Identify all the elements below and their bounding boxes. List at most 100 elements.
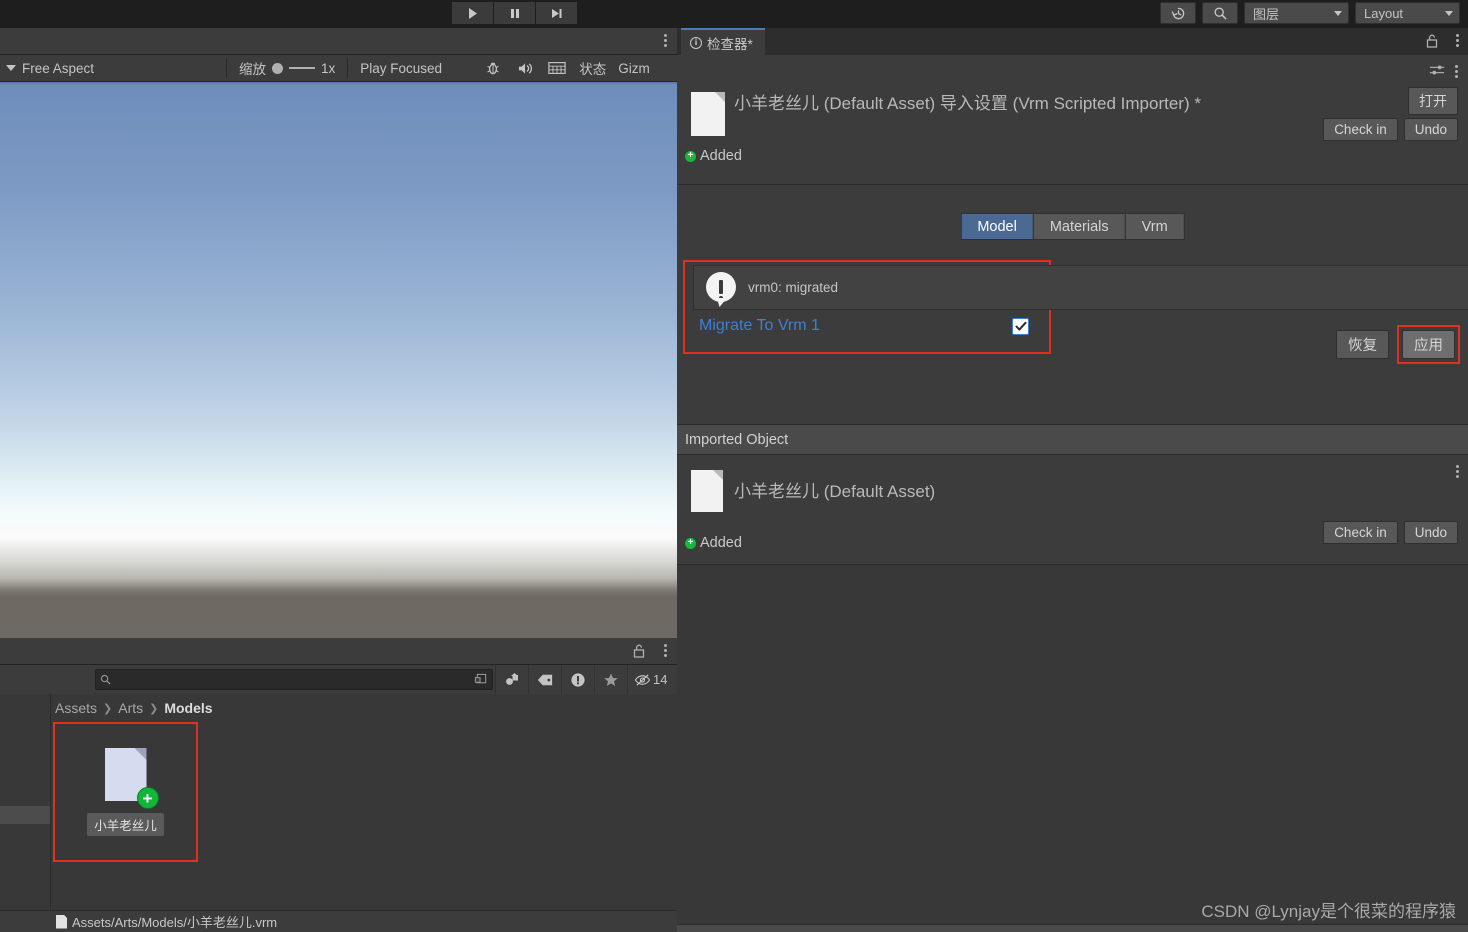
- project-menu-icon[interactable]: [664, 644, 667, 659]
- asset-grid: + 小羊老丝儿: [53, 722, 198, 862]
- zoom-slider-knob[interactable]: [272, 63, 283, 74]
- tab-model[interactable]: Model: [960, 213, 1033, 240]
- tab-inspector[interactable]: i 检查器*: [681, 28, 765, 55]
- added-plus-icon: +: [685, 538, 696, 549]
- inspector-empty-area: CSDN @Lynjay是个很菜的程序猿 资源标签: [677, 565, 1468, 932]
- preset-icon[interactable]: [1429, 63, 1445, 82]
- zoom-label: 缩放: [239, 58, 266, 78]
- project-status-bar: Assets/Arts/Models/小羊老丝儿.vrm: [0, 910, 677, 932]
- gizmos-dropdown-label[interactable]: Gizm: [612, 61, 656, 76]
- open-button[interactable]: 打开: [1408, 87, 1458, 115]
- importer-settings-body: Model Materials Vrm vrm0: migrated: [677, 185, 1468, 425]
- imported-object-menu-icon[interactable]: [1456, 465, 1459, 480]
- inspector-component-menu-icon[interactable]: [1455, 65, 1458, 80]
- tab-materials[interactable]: Materials: [1033, 213, 1125, 240]
- tab-materials-label: Materials: [1050, 219, 1109, 235]
- imported-object-title: Imported Object: [685, 432, 788, 448]
- layers-label: 图层: [1253, 4, 1279, 23]
- breadcrumb-item-models[interactable]: Models: [164, 700, 212, 716]
- tab-vrm-label: Vrm: [1142, 219, 1168, 235]
- zoom-value: 1x: [321, 61, 335, 76]
- history-icon[interactable]: [1160, 2, 1196, 24]
- added-label: Added: [700, 148, 742, 164]
- importer-tabs: Model Materials Vrm: [960, 213, 1184, 240]
- lock-icon[interactable]: [633, 644, 645, 663]
- migrate-property-row: Migrate To Vrm 1: [699, 317, 1029, 335]
- info-icon: i: [690, 37, 702, 49]
- project-panel: 14 Assets ❯ Arts ❯ Models: [0, 638, 677, 932]
- chevron-down-icon[interactable]: [6, 65, 16, 71]
- layout-label: Layout: [1364, 6, 1403, 21]
- imported-status-badge: + Added: [685, 535, 742, 551]
- pause-button[interactable]: [494, 2, 535, 24]
- imported-check-in-button[interactable]: Check in: [1323, 521, 1398, 544]
- imported-asset-name: 小羊老丝儿 (Default Asset): [734, 477, 935, 502]
- migration-highlight-box: vrm0: migrated Migrate To Vrm 1: [683, 260, 1051, 354]
- asset-item-label: 小羊老丝儿: [87, 813, 164, 836]
- tab-vrm[interactable]: Vrm: [1125, 213, 1185, 240]
- selected-asset-path: Assets/Arts/Models/小羊老丝儿.vrm: [0, 912, 277, 931]
- stats-toggle-label[interactable]: 状态: [573, 58, 612, 78]
- breadcrumb-item-assets[interactable]: Assets: [55, 700, 97, 716]
- check-in-button[interactable]: Check in: [1323, 118, 1398, 141]
- asset-labels-bar[interactable]: 资源标签: [677, 924, 1468, 932]
- hidden-assets-count[interactable]: 14: [627, 665, 673, 694]
- layers-dropdown[interactable]: 图层: [1244, 2, 1349, 24]
- aspect-ratio-dropdown[interactable]: Free Aspect: [22, 61, 222, 76]
- breadcrumb: Assets ❯ Arts ❯ Models: [51, 694, 677, 722]
- migrate-to-vrm1-checkbox[interactable]: [1012, 318, 1029, 335]
- search-input[interactable]: [95, 669, 493, 690]
- play-button[interactable]: [452, 2, 493, 24]
- help-box-text: vrm0: migrated: [748, 280, 838, 295]
- apply-highlight-box: 应用: [1397, 325, 1460, 364]
- breadcrumb-separator: ❯: [149, 702, 158, 715]
- unity-editor-window: 图层 Layout Free Aspect 缩放 1x: [0, 0, 1468, 932]
- project-toolbar: 14: [0, 665, 677, 694]
- imported-version-control-buttons: Check in Undo: [1323, 521, 1458, 544]
- project-asset-area: Assets ❯ Arts ❯ Models + 小羊老丝儿: [50, 694, 677, 932]
- play-mode-dropdown[interactable]: Play Focused: [352, 61, 477, 76]
- inspector-menu-icon[interactable]: [1456, 34, 1459, 49]
- imported-added-label: Added: [700, 535, 742, 551]
- zoom-slider[interactable]: 缩放 1x: [231, 58, 343, 78]
- step-button[interactable]: [536, 2, 577, 24]
- inspector-asset-header: 小羊老丝儿 (Default Asset) 导入设置 (Vrm Scripted…: [677, 55, 1468, 185]
- file-icon: [691, 470, 723, 512]
- migrate-to-vrm1-label: Migrate To Vrm 1: [699, 317, 820, 335]
- tree-selected-row[interactable]: [0, 806, 50, 824]
- chevron-down-icon: [1445, 11, 1453, 16]
- favorite-icon[interactable]: [594, 665, 627, 694]
- layout-dropdown[interactable]: Layout: [1355, 2, 1460, 24]
- tab-inspector-label: 检查器*: [707, 33, 753, 53]
- object-filter-icon[interactable]: [495, 665, 528, 694]
- imported-object-header: Imported Object: [677, 425, 1468, 455]
- label-filter-icon[interactable]: [528, 665, 561, 694]
- aspect-ratio-label: Free Aspect: [22, 61, 94, 76]
- lock-icon[interactable]: [1426, 34, 1438, 53]
- revert-button[interactable]: 恢复: [1336, 330, 1389, 359]
- search-icon[interactable]: [1202, 2, 1238, 24]
- game-view-panel: Free Aspect 缩放 1x Play Focused: [0, 28, 677, 638]
- search-input-field[interactable]: [111, 673, 474, 687]
- game-view-menu-icon[interactable]: [664, 34, 667, 49]
- version-control-buttons: Check in Undo: [1323, 118, 1458, 141]
- imported-undo-button[interactable]: Undo: [1404, 521, 1458, 544]
- asset-item[interactable]: + 小羊老丝儿: [53, 722, 198, 862]
- chevron-down-icon: [1334, 11, 1342, 16]
- project-folder-tree[interactable]: [0, 694, 50, 932]
- project-body: Assets ❯ Arts ❯ Models + 小羊老丝儿: [0, 694, 677, 932]
- bug-icon[interactable]: [477, 55, 509, 82]
- speaker-icon[interactable]: [509, 55, 541, 82]
- help-box: vrm0: migrated: [693, 265, 1468, 310]
- undo-button[interactable]: Undo: [1404, 118, 1458, 141]
- file-icon: [691, 92, 725, 136]
- apply-button[interactable]: 应用: [1402, 330, 1455, 359]
- game-render-view[interactable]: [0, 84, 677, 666]
- project-tabbar: [0, 638, 677, 665]
- imported-object-body: 小羊老丝儿 (Default Asset) Check in Undo + Ad…: [677, 455, 1468, 565]
- stats-grid-icon[interactable]: [541, 55, 573, 82]
- breadcrumb-item-arts[interactable]: Arts: [118, 700, 143, 716]
- warning-filter-icon[interactable]: [561, 665, 594, 694]
- selected-asset-path-label: Assets/Arts/Models/小羊老丝儿.vrm: [72, 912, 277, 931]
- zoom-slider-track[interactable]: [289, 67, 315, 69]
